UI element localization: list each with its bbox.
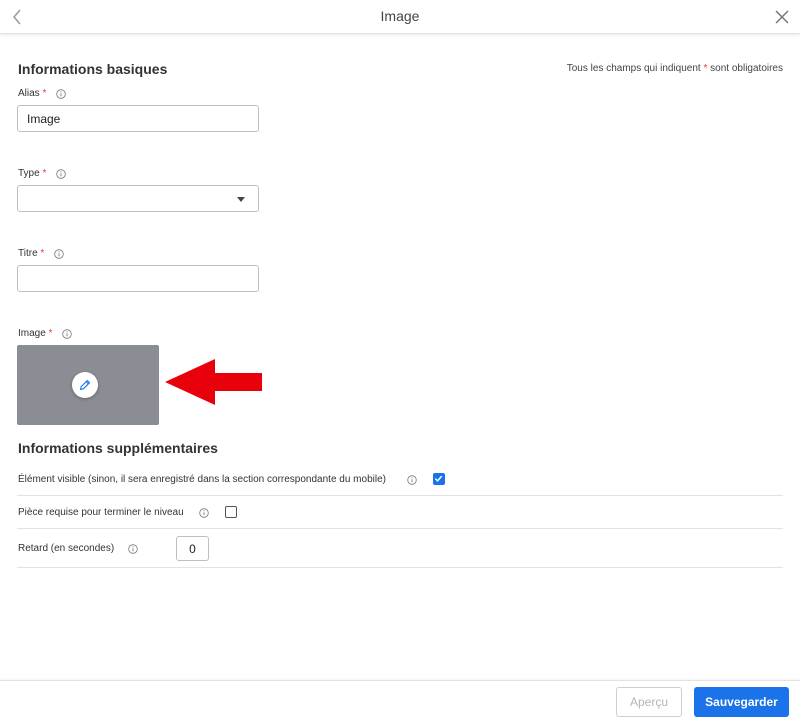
annotation-arrow-icon: [165, 359, 262, 405]
type-label: Type *: [18, 168, 67, 179]
extra-section-title: Informations supplémentaires: [18, 440, 218, 456]
visible-checkbox[interactable]: [433, 473, 445, 485]
type-select[interactable]: [17, 185, 259, 212]
image-label: Image *: [18, 328, 73, 339]
pencil-icon: [79, 379, 91, 391]
alias-input[interactable]: [17, 105, 259, 132]
visible-row: Élément visible (sinon, il sera enregist…: [17, 463, 783, 496]
info-icon[interactable]: [56, 88, 67, 99]
basic-section-title: Informations basiques: [18, 61, 168, 77]
save-button[interactable]: Sauvegarder: [694, 687, 789, 717]
required-piece-label: Pièce requise pour terminer le niveau: [18, 507, 184, 518]
caret-down-icon: [237, 197, 245, 202]
delay-input[interactable]: [176, 536, 209, 561]
info-icon[interactable]: [54, 248, 65, 259]
modal-header: Image: [0, 0, 800, 34]
alias-label: Alias *: [18, 88, 67, 99]
delay-row: Retard (en secondes): [17, 529, 783, 568]
close-icon[interactable]: [772, 7, 792, 27]
preview-button[interactable]: Aperçu: [616, 687, 682, 717]
info-icon[interactable]: [407, 475, 417, 485]
required-piece-checkbox[interactable]: [225, 506, 237, 518]
info-icon[interactable]: [62, 328, 73, 339]
required-piece-row: Pièce requise pour terminer le niveau: [17, 496, 783, 529]
required-note: Tous les champs qui indiquent * sont obl…: [566, 63, 783, 74]
delay-label: Retard (en secondes): [18, 543, 115, 554]
image-upload-placeholder[interactable]: [17, 345, 159, 425]
titre-input[interactable]: [17, 265, 259, 292]
info-icon[interactable]: [128, 544, 138, 554]
modal-title: Image: [380, 8, 420, 24]
check-icon: [434, 475, 443, 482]
info-icon[interactable]: [199, 508, 209, 518]
info-icon[interactable]: [56, 168, 67, 179]
edit-image-button[interactable]: [72, 372, 98, 398]
visible-label: Élément visible (sinon, il sera enregist…: [18, 474, 386, 485]
titre-label: Titre *: [18, 248, 65, 259]
modal-footer: Aperçu Sauvegarder: [0, 680, 800, 720]
